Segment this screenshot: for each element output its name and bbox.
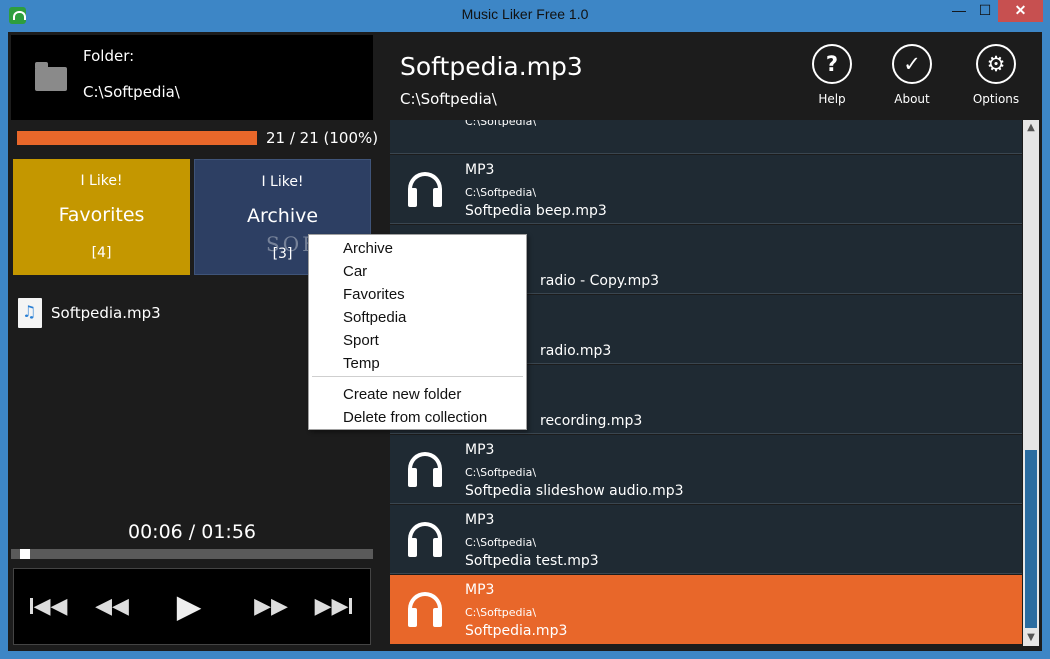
- now-playing-path: C:\Softpedia\: [400, 90, 497, 108]
- gear-icon: ⚙: [976, 44, 1016, 84]
- menu-item-archive[interactable]: Archive: [343, 240, 393, 257]
- scan-progress-bar: [17, 131, 257, 145]
- headphones-icon: [405, 592, 445, 628]
- maximize-button[interactable]: ☐: [972, 0, 998, 22]
- list-item-name: Softpedia beep.mp3: [465, 203, 607, 219]
- question-icon: ?: [812, 44, 852, 84]
- list-item-type: MP3: [465, 582, 495, 598]
- list-item[interactable]: MP3 C:\Softpedia\ Softpedia slideshow au…: [390, 435, 1022, 504]
- list-item-name: Softpedia.mp3: [465, 623, 568, 639]
- menu-item-softpedia[interactable]: Softpedia: [343, 309, 406, 326]
- list-item-type: MP3: [465, 512, 495, 528]
- folder-selector[interactable]: Folder: C:\Softpedia\: [11, 35, 373, 120]
- previous-track-button[interactable]: ◀◀: [28, 588, 68, 624]
- about-label: About: [894, 92, 930, 106]
- rewind-icon: ◀◀: [95, 593, 129, 619]
- options-button[interactable]: ⚙ Options: [966, 44, 1026, 106]
- list-item-name: radio.mp3: [540, 343, 612, 359]
- title-bar: Music Liker Free 1.0 — ☐ ✕: [0, 0, 1050, 32]
- fast-forward-icon: ▶▶: [254, 593, 288, 619]
- headphones-icon: [405, 172, 445, 208]
- tile-name: Archive: [246, 205, 319, 227]
- list-item-path: C:\Softpedia\: [465, 466, 537, 479]
- playback-time: 00:06 / 01:56: [128, 521, 256, 543]
- list-item-type: MP3: [465, 162, 495, 178]
- fast-forward-button[interactable]: ▶▶: [251, 588, 291, 624]
- list-item-name: Softpedia slideshow audio.mp3: [465, 483, 684, 499]
- scroll-down-arrow-icon[interactable]: ▼: [1023, 630, 1039, 646]
- menu-item-temp[interactable]: Temp: [343, 355, 380, 372]
- menu-item-delete-from-collection[interactable]: Delete from collection: [343, 409, 487, 426]
- now-playing-title: Softpedia.mp3: [400, 52, 583, 81]
- skip-bar-icon: [349, 598, 353, 614]
- menu-item-favorites[interactable]: Favorites: [343, 286, 405, 303]
- menu-item-car[interactable]: Car: [343, 263, 367, 280]
- folder-icon: [35, 62, 67, 91]
- close-button[interactable]: ✕: [998, 0, 1043, 22]
- minimize-button[interactable]: —: [946, 0, 972, 22]
- add-to-collection-context-menu: Archive Car Favorites Softpedia Sport Te…: [308, 234, 527, 430]
- options-label: Options: [972, 92, 1020, 106]
- folder-path: C:\Softpedia\: [83, 83, 180, 101]
- seek-handle[interactable]: [19, 549, 30, 559]
- scroll-thumb[interactable]: [1025, 450, 1037, 628]
- list-item-name: recording.mp3: [540, 413, 643, 429]
- about-button[interactable]: ✓ About: [882, 44, 942, 106]
- list-item-path: C:\Softpedia\: [465, 536, 537, 549]
- menu-item-sport[interactable]: Sport: [343, 332, 379, 349]
- music-file-icon: [18, 298, 42, 328]
- checkmark-icon: ✓: [892, 44, 932, 84]
- list-scrollbar[interactable]: ▲ ▼: [1023, 120, 1039, 646]
- rewind-button[interactable]: ◀◀: [92, 588, 132, 624]
- list-item-selected[interactable]: MP3 C:\Softpedia\ Softpedia.mp3: [390, 575, 1022, 644]
- current-file-name: Softpedia.mp3: [51, 304, 161, 322]
- help-label: Help: [818, 92, 846, 106]
- help-button[interactable]: ? Help: [802, 44, 862, 106]
- list-item[interactable]: MP3 C:\Softpedia\ Softpedia beep.mp3: [390, 155, 1022, 224]
- tile-count: [4]: [91, 245, 112, 261]
- list-item-name: Softpedia test.mp3: [465, 553, 599, 569]
- next-track-button[interactable]: ▶▶: [314, 588, 354, 624]
- headphones-icon: [405, 522, 445, 558]
- play-button[interactable]: ▶: [169, 587, 209, 625]
- list-item-path: C:\Softpedia\: [465, 606, 537, 619]
- scroll-up-arrow-icon[interactable]: ▲: [1023, 120, 1039, 136]
- next-icon: ▶▶: [314, 593, 349, 619]
- playback-controls: ◀◀ ◀◀ ▶ ▶▶ ▶▶: [13, 568, 371, 645]
- menu-separator: [312, 376, 523, 377]
- skip-bar-icon: [29, 598, 33, 614]
- tile-caption: I Like!: [261, 174, 304, 190]
- tile-caption: I Like!: [80, 173, 123, 189]
- previous-icon: ◀◀: [33, 593, 68, 619]
- play-icon: ▶: [176, 587, 202, 625]
- tile-name: Favorites: [58, 204, 145, 226]
- list-item-path: C:\Softpedia\: [465, 120, 537, 128]
- headphones-icon: [405, 452, 445, 488]
- list-item-path: C:\Softpedia\: [465, 186, 537, 199]
- list-item[interactable]: MP3 C:\Softpedia\ Softpedia test.mp3: [390, 505, 1022, 574]
- list-item-type: MP3: [465, 442, 495, 458]
- menu-item-create-new-folder[interactable]: Create new folder: [343, 386, 461, 403]
- folder-label: Folder:: [83, 47, 135, 65]
- seek-bar[interactable]: [11, 549, 373, 559]
- scan-progress-text: 21 / 21 (100%): [266, 129, 379, 147]
- favorites-tile[interactable]: I Like! Favorites [4]: [13, 159, 190, 275]
- window-title: Music Liker Free 1.0: [461, 6, 589, 22]
- list-item[interactable]: C:\Softpedia\: [390, 120, 1022, 154]
- list-item-name: radio - Copy.mp3: [540, 273, 660, 289]
- scan-progress-fill: [17, 131, 257, 145]
